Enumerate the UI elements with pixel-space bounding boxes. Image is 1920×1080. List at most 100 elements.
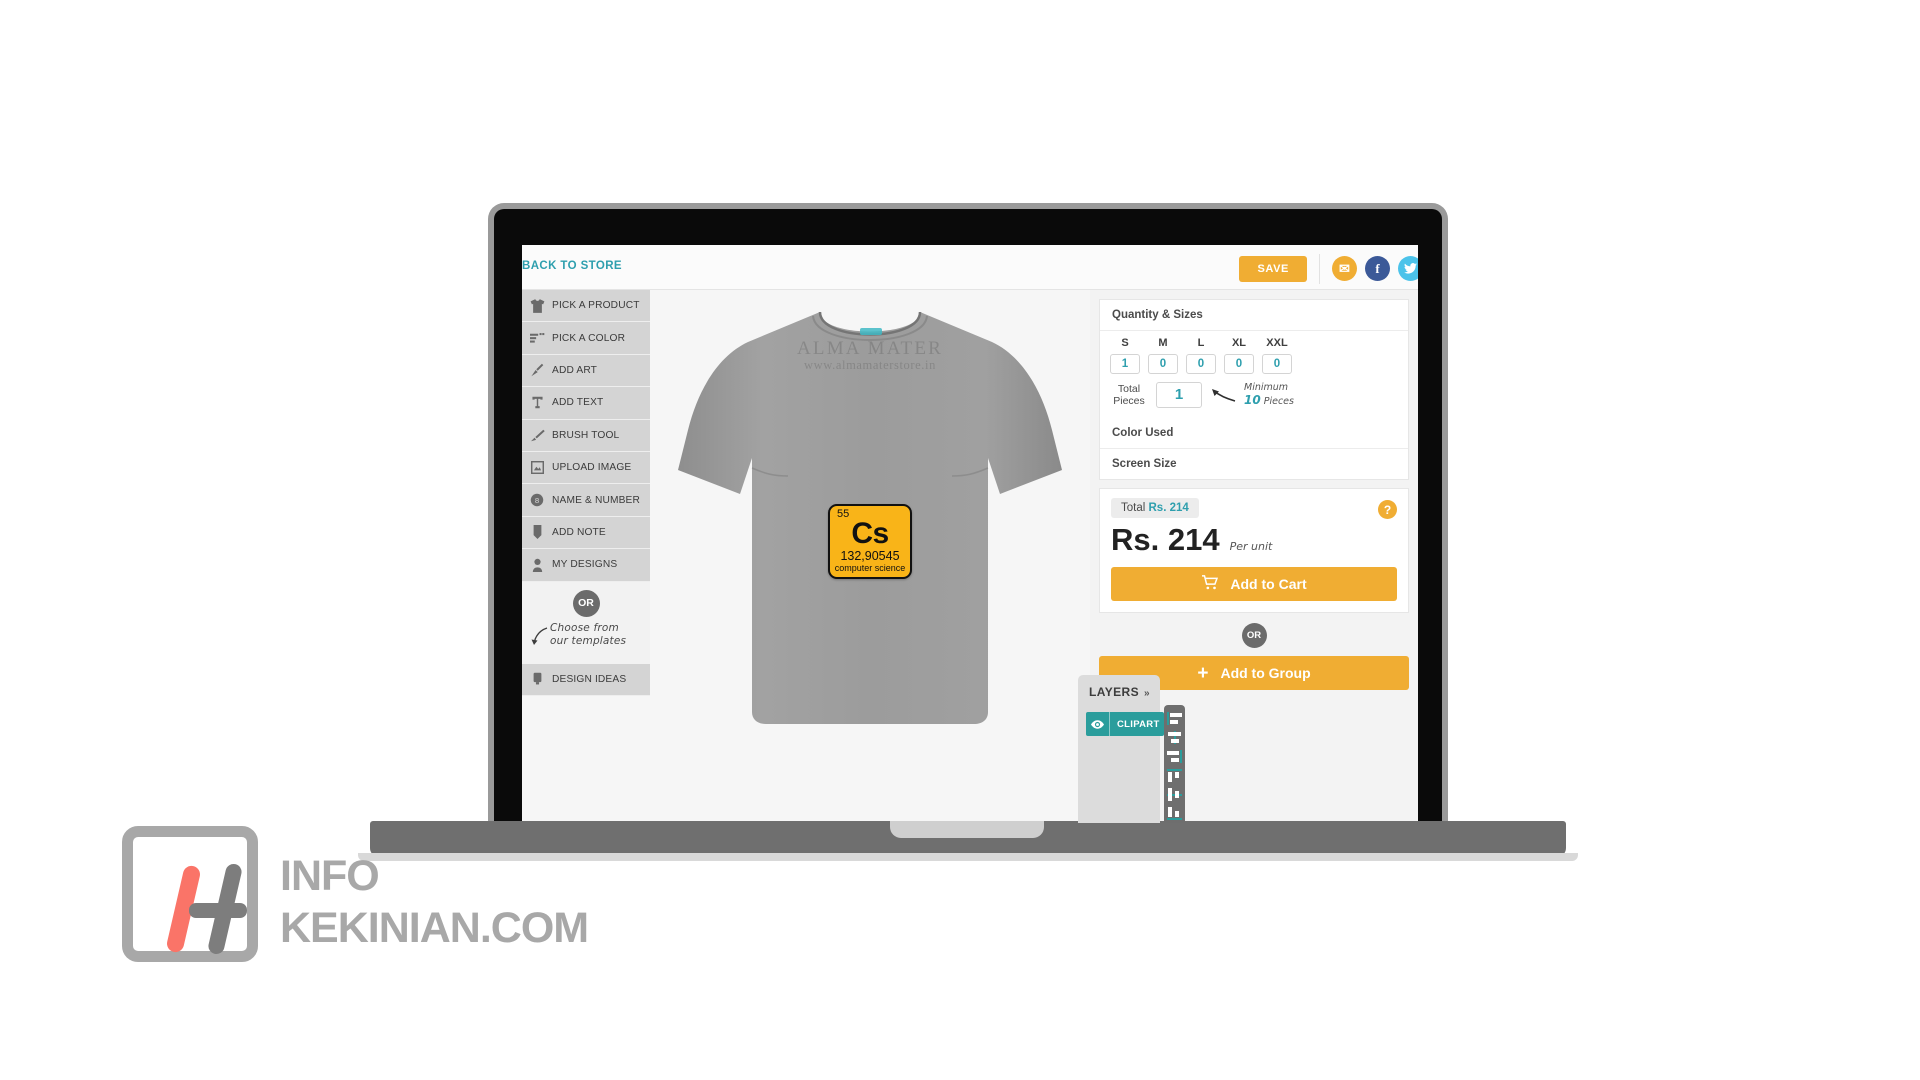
sidebar-label: PICK A COLOR [552, 332, 626, 344]
laptop-lid: BACK TO STORE SAVE ✉ f PICK A PRODUCT PI… [488, 203, 1448, 828]
price-card: ? Total Rs. 214 Rs. 214 Per unit Add to … [1099, 488, 1409, 613]
total-pieces-row: Total Pieces 1 Minimum 10 Pieces [1100, 376, 1408, 418]
sidebar-label: ADD TEXT [552, 397, 604, 409]
size-input-s[interactable]: 1 [1110, 354, 1140, 374]
align-center-horizontal-icon[interactable] [1167, 731, 1182, 744]
sidebar-item-pick-a-product[interactable]: PICK A PRODUCT [522, 290, 650, 323]
size-input-xl[interactable]: 0 [1224, 354, 1254, 374]
big-price-row: Rs. 214 Per unit [1111, 518, 1378, 558]
back-to-store-link[interactable]: BACK TO STORE [522, 260, 622, 272]
left-arrow-icon [1212, 389, 1236, 402]
chevron-right-icon[interactable]: » [1144, 688, 1150, 699]
save-button[interactable]: SAVE [1239, 255, 1307, 282]
size-inputs: S 1 M 0 L 0 XL 0 XXL 0 [1100, 331, 1408, 376]
add-to-cart-button[interactable]: Add to Cart [1111, 567, 1397, 601]
templates-note-line1: Choose from [550, 621, 619, 634]
eye-icon[interactable] [1086, 712, 1110, 736]
total-pieces-label-line1: Total [1117, 383, 1141, 395]
topbar-divider [1319, 253, 1320, 284]
tool-sidebar: PICK A PRODUCT PICK A COLOR ADD ART ADD … [522, 290, 650, 696]
size-label: XL [1231, 337, 1247, 349]
product-canvas[interactable]: ALMA MATER www.almamaterstore.in 55 Cs 1… [650, 290, 1090, 823]
sidebar-label: UPLOAD IMAGE [552, 462, 632, 474]
laptop-screen: BACK TO STORE SAVE ✉ f PICK A PRODUCT PI… [522, 245, 1418, 823]
logo-line2: KEKINIAN.COM [280, 904, 589, 952]
layers-panel: LAYERS » CLIPART [1078, 675, 1164, 823]
name-number-icon: 8 [522, 493, 552, 507]
sidebar-label: NAME & NUMBER [552, 494, 640, 506]
size-input-l[interactable]: 0 [1186, 354, 1216, 374]
color-used-row[interactable]: Color Used [1100, 418, 1408, 449]
brush-icon [522, 429, 552, 442]
add-to-group-label: Add to Group [1220, 665, 1311, 681]
atomic-number: 55 [837, 508, 850, 520]
align-top-icon[interactable] [1167, 769, 1182, 782]
curved-arrow-icon [531, 626, 548, 645]
sidebar-item-pick-a-color[interactable]: PICK A COLOR [522, 322, 650, 355]
total-price-label: Total [1121, 502, 1146, 514]
sidebar-item-my-designs[interactable]: MY DESIGNS [522, 549, 650, 582]
align-right-icon[interactable] [1167, 750, 1182, 763]
align-toolbar [1164, 705, 1185, 823]
add-to-cart-label: Add to Cart [1230, 576, 1307, 592]
logo-wordmark: INFO KEKINIAN.COM [280, 850, 589, 954]
layer-item-clipart[interactable]: CLIPART [1086, 712, 1164, 736]
size-label: M [1158, 337, 1168, 349]
sidebar-label: DESIGN IDEAS [552, 673, 627, 685]
help-icon[interactable]: ? [1378, 500, 1397, 519]
logo-line1: INFO [280, 852, 380, 900]
minimum-pieces-note: Minimum 10 Pieces [1244, 382, 1294, 408]
topbar-actions: SAVE ✉ f [1239, 250, 1418, 287]
tshirt-designer-app: BACK TO STORE SAVE ✉ f PICK A PRODUCT PI… [522, 245, 1418, 823]
total-pieces-label: Total Pieces [1110, 383, 1148, 407]
screen-size-row[interactable]: Screen Size [1100, 449, 1408, 479]
palette-icon [522, 332, 552, 345]
app-topbar: BACK TO STORE SAVE ✉ f [522, 245, 1418, 290]
sidebar-or-separator: OR Choose from our templates [522, 581, 650, 664]
element-symbol: Cs [851, 517, 889, 550]
size-col-l: L 0 [1186, 337, 1216, 374]
note-icon [522, 525, 552, 540]
order-or-separator: OR [1099, 623, 1409, 648]
size-col-m: M 0 [1148, 337, 1178, 374]
size-input-xxl[interactable]: 0 [1262, 354, 1292, 374]
lightbulb-icon [522, 672, 552, 686]
sidebar-label: BRUSH TOOL [552, 429, 620, 441]
email-share-icon[interactable]: ✉ [1332, 256, 1357, 281]
size-col-xl: XL 0 [1224, 337, 1254, 374]
art-icon [522, 363, 552, 377]
design-element-clipart[interactable]: 55 Cs 132,90545 computer science [828, 504, 912, 579]
layer-label: CLIPART [1117, 718, 1160, 730]
sidebar-item-name-number[interactable]: 8 NAME & NUMBER [522, 484, 650, 517]
upload-icon [522, 461, 552, 475]
plus-icon: + [1197, 662, 1209, 684]
size-col-xxl: XXL 0 [1262, 337, 1292, 374]
facebook-share-icon[interactable]: f [1365, 256, 1390, 281]
align-bottom-icon[interactable] [1167, 807, 1182, 820]
or-badge-order: OR [1241, 623, 1267, 648]
sidebar-item-add-art[interactable]: ADD ART [522, 354, 650, 388]
sidebar-item-add-note[interactable]: ADD NOTE [522, 516, 650, 550]
twitter-share-icon[interactable] [1398, 256, 1418, 281]
svg-text:8: 8 [535, 496, 539, 505]
sidebar-item-upload-image[interactable]: UPLOAD IMAGE [522, 451, 650, 485]
layers-header: LAYERS » [1078, 675, 1160, 699]
size-input-m[interactable]: 0 [1148, 354, 1178, 374]
site-watermark-logo: INFO KEKINIAN.COM [122, 826, 642, 966]
unit-price: Rs. 214 [1111, 522, 1220, 557]
align-left-icon[interactable] [1167, 712, 1182, 725]
logo-h-crossbar [189, 903, 247, 918]
sidebar-item-design-ideas[interactable]: DESIGN IDEAS [522, 663, 650, 696]
element-name: computer science [834, 563, 906, 573]
per-unit-note: Per unit [1229, 540, 1273, 553]
templates-note-line2: our templates [550, 634, 627, 647]
sidebar-item-brush-tool[interactable]: BRUSH TOOL [522, 419, 650, 452]
total-pieces-input[interactable]: 1 [1156, 382, 1202, 408]
minimum-note-line2: Pieces [1263, 396, 1294, 407]
sidebar-label: PICK A PRODUCT [552, 300, 640, 312]
text-icon [522, 396, 552, 409]
size-label: L [1197, 337, 1205, 349]
templates-note: Choose from our templates [550, 622, 626, 648]
sidebar-item-add-text[interactable]: ADD TEXT [522, 387, 650, 420]
align-middle-vertical-icon[interactable] [1167, 788, 1182, 801]
